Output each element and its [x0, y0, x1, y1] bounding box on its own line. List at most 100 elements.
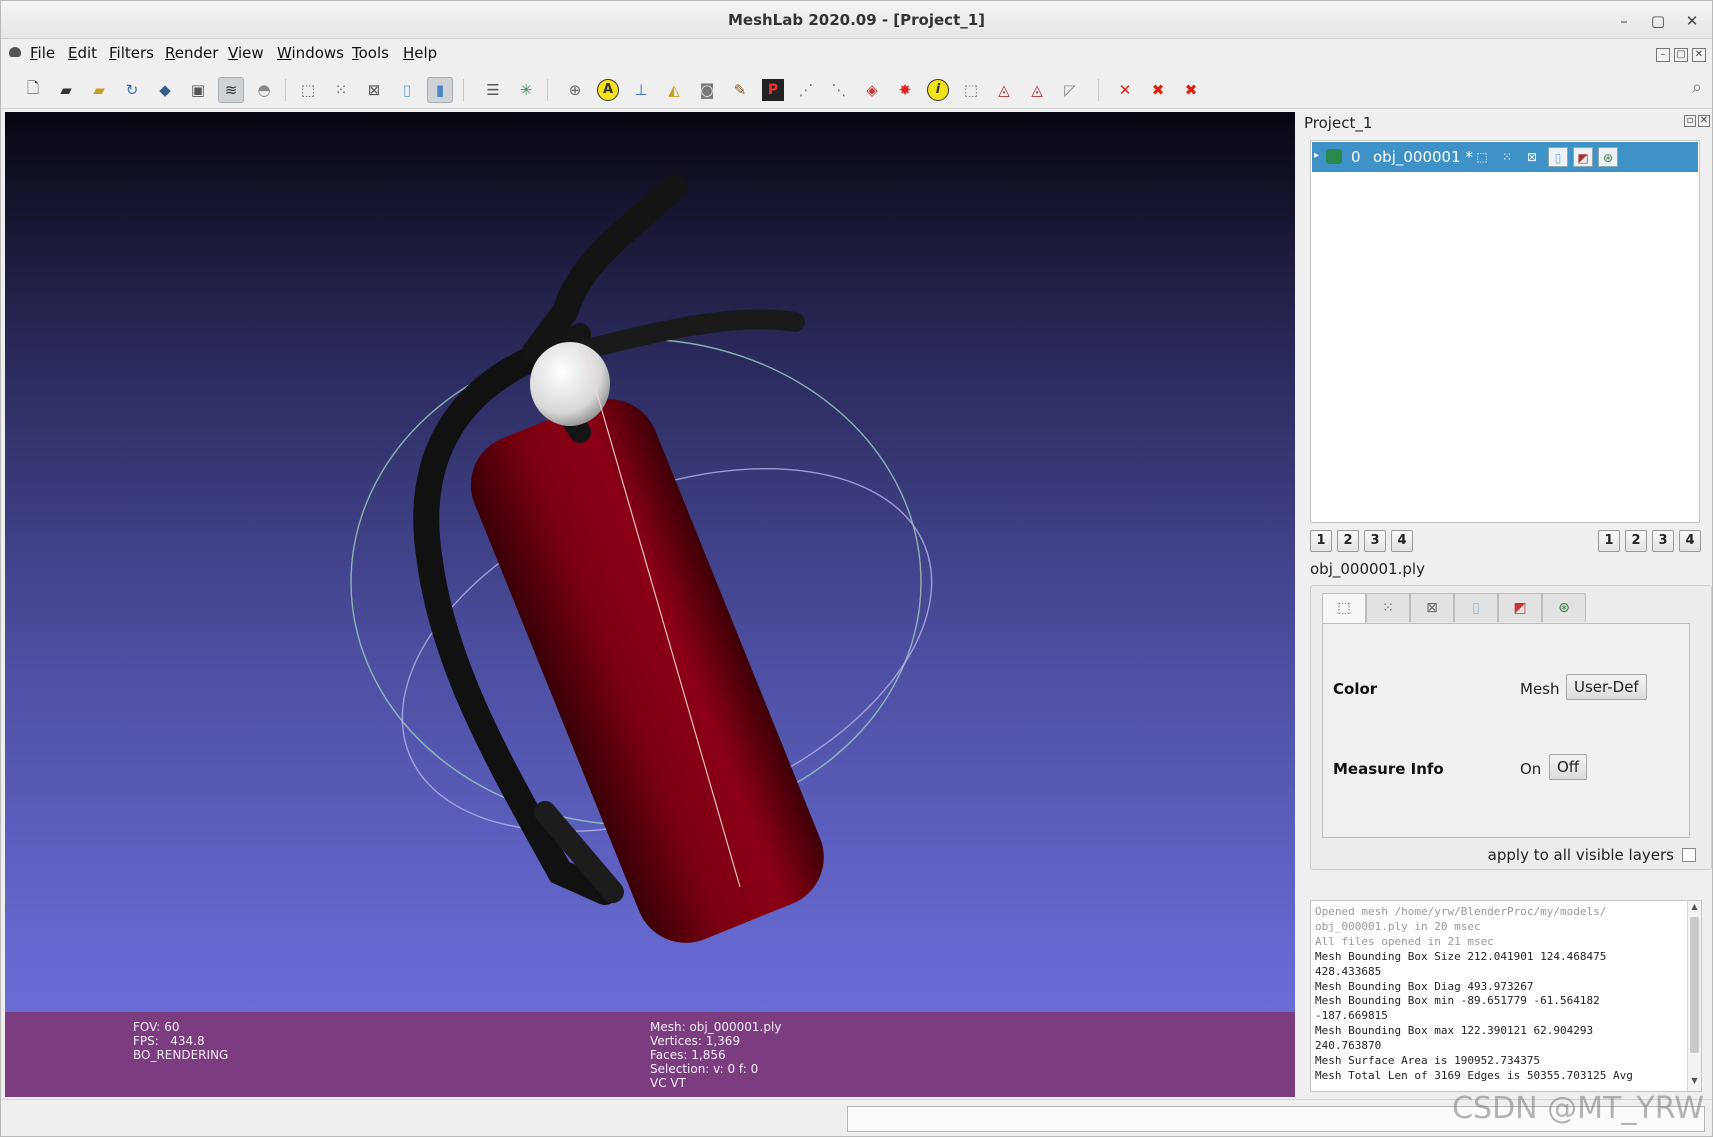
tab-texture[interactable]: ◩ — [1498, 593, 1542, 622]
menu-file[interactable]: File — [30, 44, 55, 62]
raster-button-4[interactable]: 4 — [1679, 530, 1701, 552]
select-area-icon[interactable]: ◸ — [1057, 77, 1083, 103]
measure-off-button[interactable]: Off — [1549, 754, 1588, 780]
select-faces-icon[interactable]: ◬ — [991, 77, 1017, 103]
log-line: Mesh Bounding Box max 122.390121 62.9042… — [1315, 1024, 1594, 1038]
mesh-render — [350, 174, 933, 943]
menu-edit[interactable]: Edit — [68, 44, 97, 62]
reload-icon[interactable]: ↻ — [119, 77, 145, 103]
texture-toggle-icon[interactable]: ◩ — [1573, 147, 1593, 167]
tab-flat[interactable]: ▯ — [1454, 593, 1498, 622]
app-menu-icon[interactable] — [9, 47, 21, 57]
camera-icon[interactable]: ◙ — [694, 77, 720, 103]
paint-bucket-icon[interactable]: ◭ — [661, 77, 687, 103]
apply-all-label: apply to all visible layers — [1487, 846, 1674, 864]
tab-points[interactable]: ⁙ — [1366, 593, 1410, 622]
annotation-icon[interactable]: A — [595, 77, 621, 103]
axes-icon[interactable]: ⊥ — [628, 77, 654, 103]
close-button[interactable]: ✕ — [1681, 10, 1703, 32]
open-project-icon[interactable]: ▰ — [53, 77, 79, 103]
scroll-down-icon[interactable]: ▼ — [1688, 1076, 1701, 1090]
import-mesh-icon[interactable]: ▰ — [86, 77, 112, 103]
flat-toggle-icon[interactable]: ▯ — [1548, 147, 1568, 167]
panel-float-button[interactable]: ▫ — [1684, 115, 1696, 127]
points-toggle-icon[interactable]: ⁙ — [1497, 147, 1517, 167]
flat-icon[interactable]: ▯ — [394, 77, 420, 103]
layer-stack-icon[interactable]: ☰ — [480, 77, 506, 103]
panel-close-button[interactable]: ✕ — [1698, 115, 1710, 127]
mdi-close-button[interactable]: ✕ — [1692, 48, 1706, 62]
color-label: Color — [1333, 680, 1378, 698]
toolbar-separator — [463, 79, 464, 101]
new-project-icon[interactable]: 🗋 — [20, 77, 46, 103]
log-line: 240.763870 — [1315, 1039, 1382, 1053]
snapshot-icon[interactable]: ▣ — [185, 77, 211, 103]
apply-all-checkbox[interactable] — [1682, 848, 1696, 862]
mdi-minimize-button[interactable]: – — [1656, 48, 1670, 62]
tab-wire[interactable]: ⊠ — [1410, 593, 1454, 622]
full-screen-icon[interactable]: ◓ — [251, 77, 277, 103]
raster-button-1[interactable]: 1 — [1598, 530, 1620, 552]
measure-on-option[interactable]: On — [1520, 760, 1541, 778]
bbox-toggle-icon[interactable]: ⬚ — [1472, 147, 1492, 167]
delete-faces-icon[interactable]: ✖ — [1145, 77, 1171, 103]
meshlab-window: MeshLab 2020.09 - [Project_1] – ▢ ✕ File… — [0, 0, 1713, 1137]
wire-toggle-icon[interactable]: ⊠ — [1522, 147, 1542, 167]
trackball-icon[interactable]: ✳ — [513, 77, 539, 103]
maximize-button[interactable]: ▢ — [1647, 10, 1669, 32]
visibility-eye-icon[interactable] — [1326, 149, 1342, 164]
faces-text: Faces: 1,856 — [650, 1048, 726, 1062]
tab-bbox[interactable]: ⬚ — [1322, 593, 1366, 624]
title-bar: MeshLab 2020.09 - [Project_1] – ▢ ✕ — [1, 1, 1712, 39]
view-button-1[interactable]: 1 — [1310, 530, 1332, 552]
brush-icon[interactable]: ✎ — [727, 77, 753, 103]
georef-icon[interactable]: ◈ — [859, 77, 885, 103]
3d-viewport[interactable]: FOV: 60 FPS: 434.8 BO_RENDERING Mesh: ob… — [5, 112, 1295, 1097]
log-line: Mesh Bounding Box Diag 493.973267 — [1315, 979, 1534, 993]
view-button-3[interactable]: 3 — [1364, 530, 1386, 552]
view-button-4[interactable]: 4 — [1391, 530, 1413, 552]
scroll-up-icon[interactable]: ▲ — [1688, 902, 1701, 916]
bounding-box-icon[interactable]: ⬚ — [295, 77, 321, 103]
menu-help[interactable]: Help — [403, 44, 437, 62]
valve-cap — [530, 342, 610, 426]
layer-index: 0 — [1351, 148, 1361, 166]
expand-arrow-icon[interactable]: ▸ — [1314, 150, 1319, 161]
layer-row[interactable]: ▸ 0 obj_000001 * ⬚ ⁙ ⊠ ▯ ◩ ⊛ — [1312, 142, 1698, 172]
export-mesh-icon[interactable]: ◆ — [152, 77, 178, 103]
mdi-restore-button[interactable]: ▢ — [1674, 48, 1688, 62]
menu-windows[interactable]: Windows — [277, 44, 344, 62]
menu-view[interactable]: View — [228, 44, 264, 62]
watermark-text: CSDN @MT_YRW — [1452, 1091, 1704, 1126]
raster-button-2[interactable]: 2 — [1625, 530, 1647, 552]
project-title: Project_1 — [1304, 114, 1373, 132]
geo-red-icon[interactable]: ✸ — [892, 77, 918, 103]
select-connected-icon[interactable]: ◬ — [1024, 77, 1050, 103]
points-icon[interactable]: ⁙ — [328, 77, 354, 103]
menu-tools[interactable]: Tools — [352, 44, 389, 62]
menu-render[interactable]: Render — [165, 44, 218, 62]
smooth-icon[interactable]: ▮ — [427, 77, 453, 103]
minimize-button[interactable]: – — [1613, 10, 1635, 32]
sphere-icon[interactable]: ⊕ — [562, 77, 588, 103]
search-icon[interactable]: ⌕ — [1692, 77, 1702, 98]
scroll-thumb[interactable] — [1690, 917, 1699, 1053]
tab-decorator[interactable]: ⊛ — [1542, 593, 1586, 622]
info-icon[interactable]: i — [925, 77, 951, 103]
color-userdef-button[interactable]: User-Def — [1566, 674, 1647, 700]
pickpoint-icon[interactable]: P — [760, 77, 786, 103]
layers-icon[interactable]: ≋ — [218, 77, 244, 103]
menu-filters[interactable]: Filters — [109, 44, 154, 62]
log-scrollbar[interactable]: ▲ ▼ — [1687, 901, 1701, 1091]
delete-vertices-icon[interactable]: ✕ — [1112, 77, 1138, 103]
log-line: 428.433685 — [1315, 964, 1382, 978]
decorator-toggle-icon[interactable]: ⊛ — [1598, 147, 1618, 167]
measure-icon[interactable]: ⋱ — [826, 77, 852, 103]
wireframe-icon[interactable]: ⊠ — [361, 77, 387, 103]
select-vertices-icon[interactable]: ⬚ — [958, 77, 984, 103]
raster-button-3[interactable]: 3 — [1652, 530, 1674, 552]
view-button-2[interactable]: 2 — [1337, 530, 1359, 552]
log-line: Mesh Bounding Box min -89.651779 -61.564… — [1315, 994, 1600, 1008]
align-icon[interactable]: ⋰ — [793, 77, 819, 103]
delete-selection-icon[interactable]: ✖ — [1178, 77, 1204, 103]
